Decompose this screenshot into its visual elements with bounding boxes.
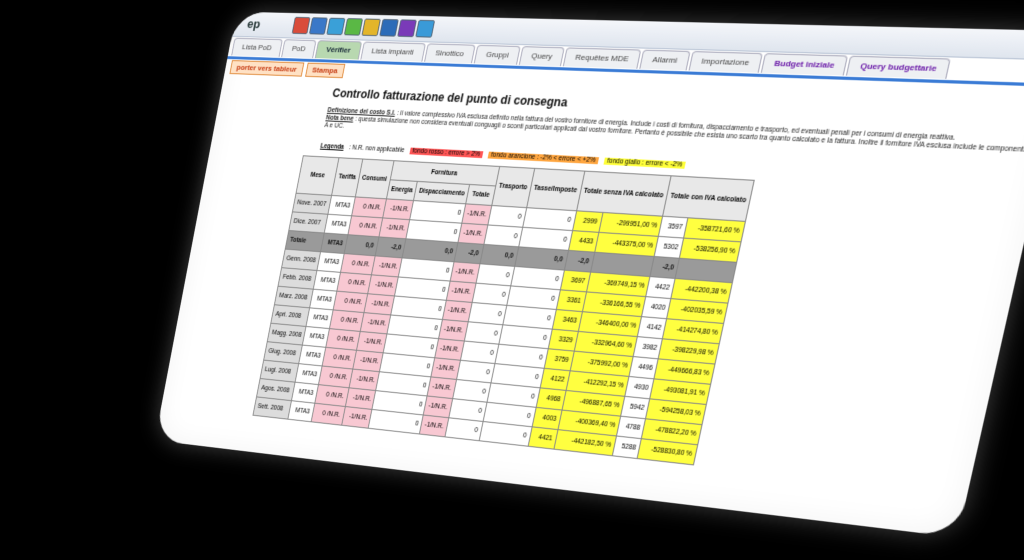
toolbar-icon-3[interactable] <box>326 17 346 36</box>
legend-red: fondo rosso : errore > 2% <box>408 147 484 159</box>
legend-nr: : N.R. non applicabile <box>348 144 405 154</box>
tab-9[interactable]: Importazione <box>688 51 763 73</box>
cell-mese: Dice. 2007 <box>288 211 329 234</box>
cell-energia: -2,0 <box>374 236 407 258</box>
toolbar-icon-7[interactable] <box>397 19 417 38</box>
tab-3[interactable]: Lista impianti <box>360 41 426 62</box>
tab-2[interactable]: Vérifier <box>315 40 362 60</box>
cell-disp: 0 <box>368 409 424 435</box>
toolbar-icon-6[interactable] <box>379 18 399 37</box>
tab-8[interactable]: Allarmi <box>639 49 691 71</box>
cell-energia: -1/N.R. <box>356 331 388 353</box>
cell-mese: Sett. 2008 <box>252 396 292 420</box>
cell-energia: -1/N.R. <box>382 198 414 220</box>
legend-orange: fondo arancione : -2% < errore < +2% <box>487 151 600 165</box>
billing-table-wrap: Mese Tariffa Consumi Fornitura Trasporto… <box>252 155 755 465</box>
cell-trasporto: 0 <box>475 263 515 286</box>
toolbar-icon-5[interactable] <box>361 18 381 37</box>
legend-label: Legenda <box>319 142 345 151</box>
cell-trasporto: 0 <box>487 205 527 228</box>
tab-0[interactable]: Lista PoD <box>231 37 283 57</box>
col-senza-iva: Totale senza IVA calcolato <box>576 171 672 217</box>
cell-consumi: 0 /N.R. <box>340 253 375 275</box>
tab-11[interactable]: Query budgettarie <box>846 55 952 79</box>
cell-trasporto: 0,0 <box>479 244 519 267</box>
toolbar-icon-4[interactable] <box>343 18 364 36</box>
cell-energia: -1/N.R. <box>359 312 392 334</box>
cell-trasporto: 0 <box>444 417 483 441</box>
col-energia: Energia <box>386 179 418 201</box>
cell-consumi: 0 /N.R. <box>310 403 345 426</box>
app-window: ep Lista PoD PoD Vérifier Lista impianti Sin… <box>154 11 1024 538</box>
page-title: Controllo fatturazione del punto di cons… <box>331 86 569 110</box>
col-con-iva: Totale con IVA calcolato <box>662 175 755 222</box>
cell-tasse: 0 <box>479 421 532 447</box>
toolbar-icon-1[interactable] <box>291 16 311 35</box>
cell-energia: -1/N.R. <box>341 406 373 429</box>
tab-10[interactable]: Budget iniziale <box>760 53 849 76</box>
toolbar-icon-8[interactable] <box>415 19 436 38</box>
cell-consumi: 0 /N.R. <box>336 272 372 294</box>
cell-mese: Nove. 2007 <box>292 193 332 215</box>
cell-consumi: 0 /N.R. <box>347 215 383 237</box>
nota-bene-label: Nota bene <box>325 114 355 123</box>
tab-4[interactable]: Sinottico <box>423 43 476 64</box>
cell-trasporto: 0 <box>483 224 523 247</box>
action-bar: porter vers tableur Stampa <box>229 60 345 79</box>
cell-energia: -1/N.R. <box>363 293 395 315</box>
print-button[interactable]: Stampa <box>304 62 345 79</box>
cell-consumi: 0 /N.R. <box>351 196 387 218</box>
cell-energia: -1/N.R. <box>371 255 403 277</box>
billing-table: Mese Tariffa Consumi Fornitura Trasporto… <box>252 155 755 465</box>
col-tasse: Tasse/Imposte <box>526 168 585 211</box>
legend-yellow: fondo giallo : errore < -2% <box>603 157 686 169</box>
tab-5[interactable]: Gruppi <box>473 44 521 65</box>
cell-energia: -1/N.R. <box>378 217 411 239</box>
cell-consumi: 0,0 <box>343 234 379 256</box>
cell-energia: -1/N.R. <box>367 274 399 296</box>
screenshot-stage: ep Lista PoD PoD Vérifier Lista impianti Sin… <box>0 0 1024 560</box>
toolbar-icon-2[interactable] <box>308 17 328 35</box>
toolbar <box>291 16 436 38</box>
table-body: Nove. 2007 MTA3 0 /N.R. -1/N.R. 0 -1/N.R. 0 0 29… <box>252 193 746 465</box>
notes-block: Definizione del costo S.I. : il valore c… <box>324 107 1024 164</box>
tab-6[interactable]: Query <box>519 46 565 67</box>
tab-1[interactable]: PoD <box>280 39 317 59</box>
tab-7[interactable]: Requêtes MDE <box>562 47 642 69</box>
export-spreadsheet-button[interactable]: porter vers tableur <box>229 60 305 77</box>
col-totale: Totale <box>465 184 496 206</box>
app-name: ep <box>246 16 262 31</box>
